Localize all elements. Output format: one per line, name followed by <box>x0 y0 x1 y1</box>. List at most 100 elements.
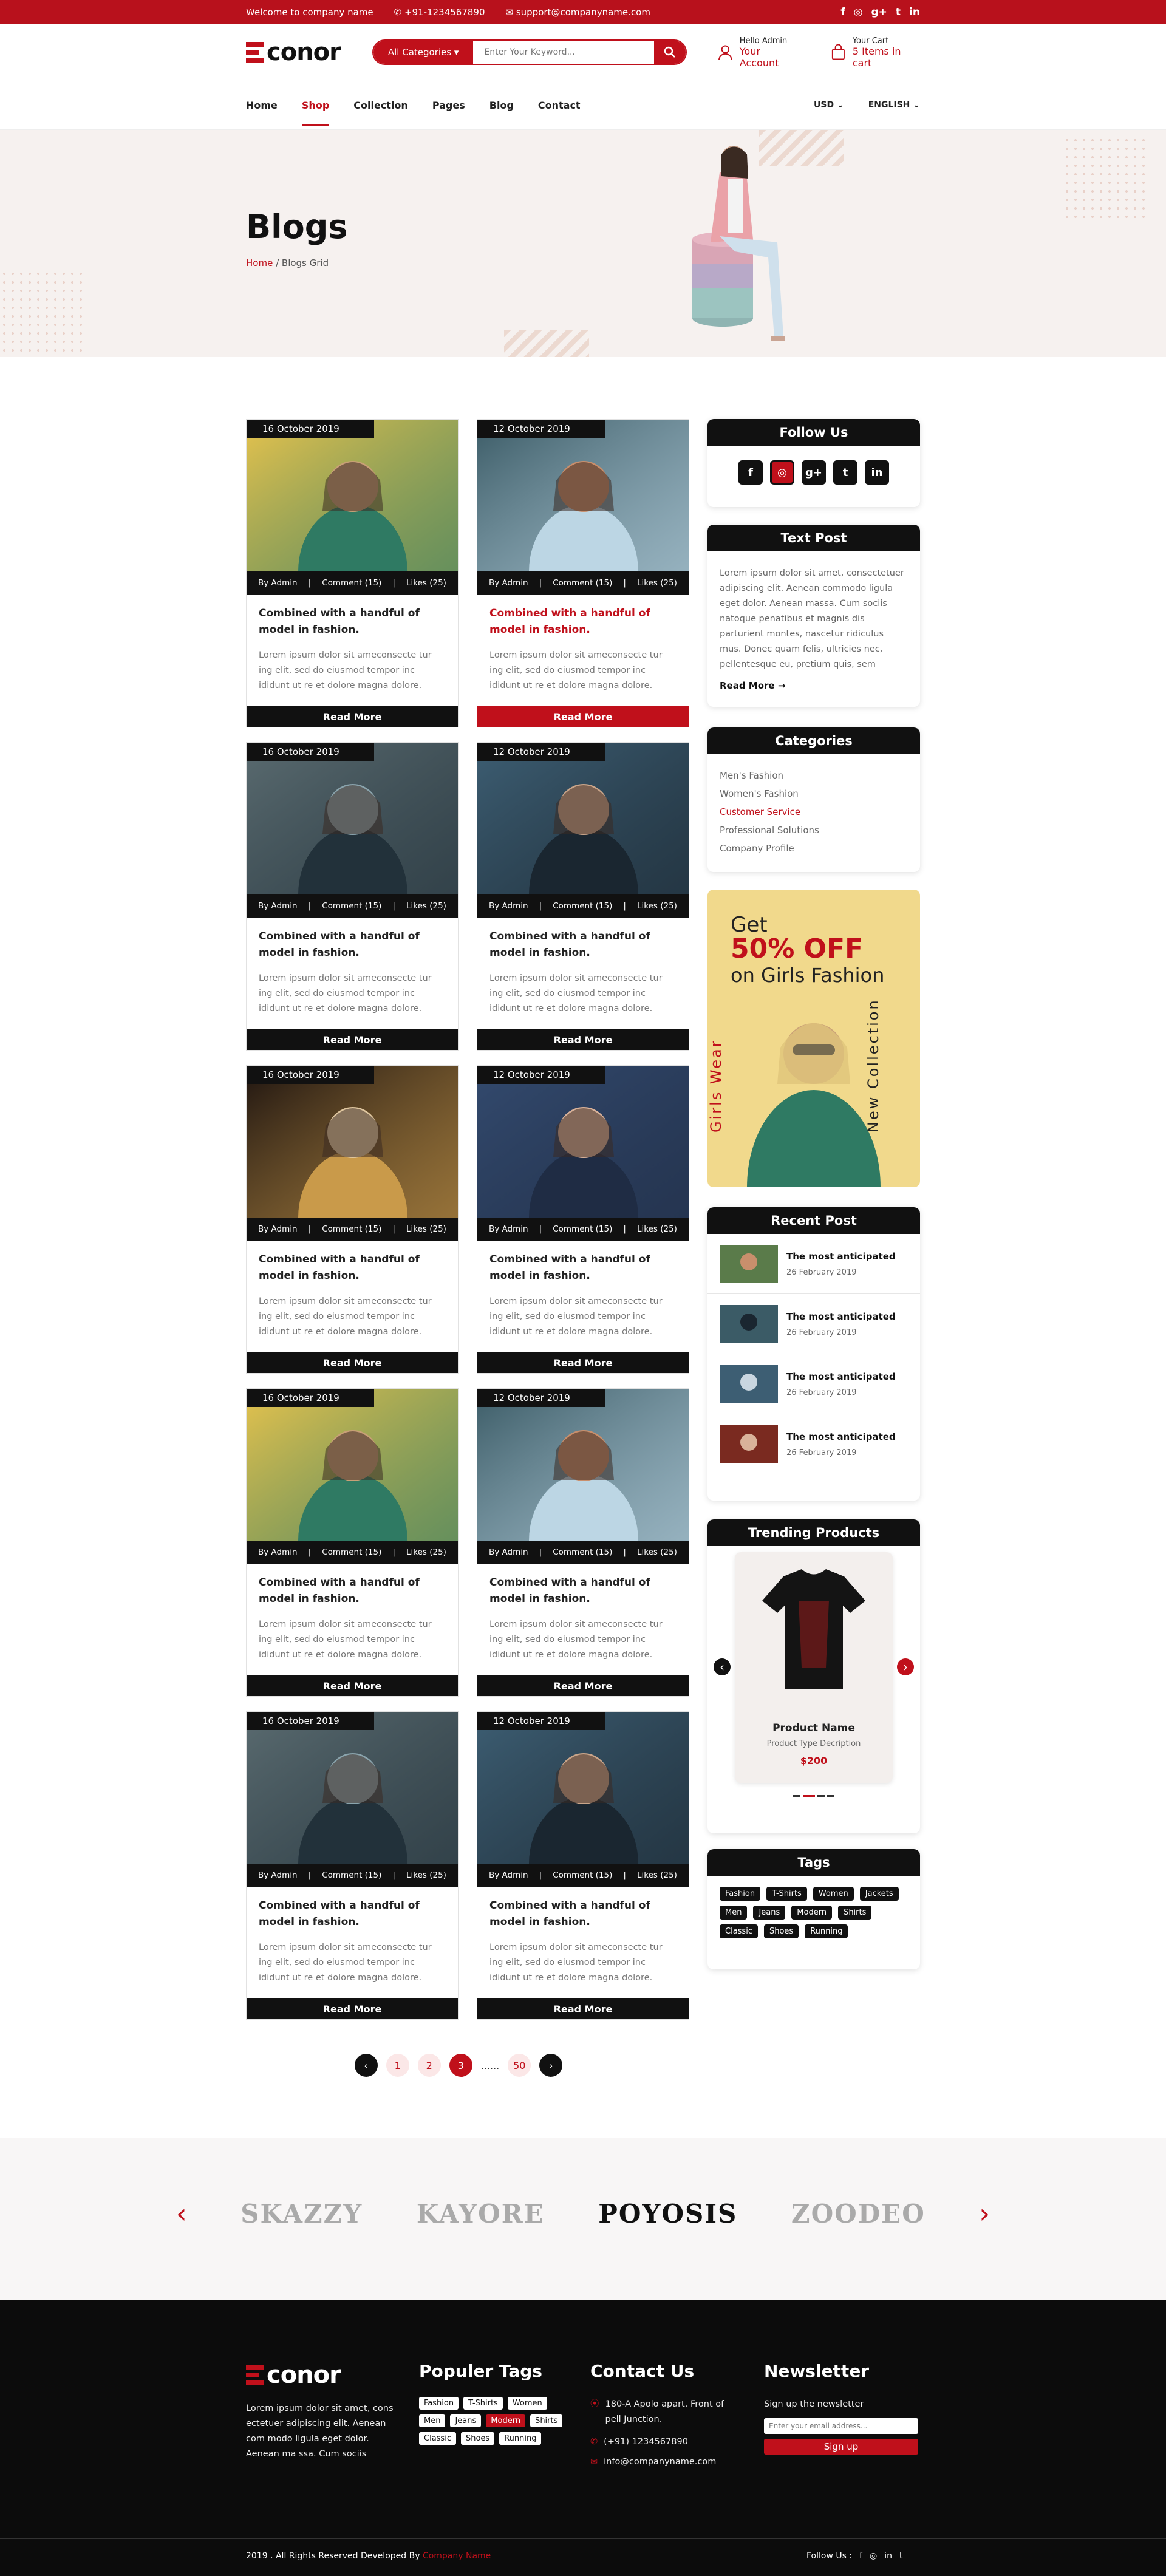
slider-prev-icon[interactable]: ‹ <box>714 1658 731 1675</box>
category-link[interactable]: Men's Fashion <box>720 766 908 785</box>
post-title[interactable]: Combined with a handful of model in fash… <box>477 1241 689 1289</box>
post-title[interactable]: Combined with a handful of model in fash… <box>477 1887 689 1935</box>
post-comments[interactable]: Comment (15) <box>553 901 612 911</box>
post-likes[interactable]: Likes (25) <box>406 578 446 588</box>
post-comments[interactable]: Comment (15) <box>553 1547 612 1557</box>
read-more-button[interactable]: Read More <box>247 1352 458 1373</box>
tag[interactable]: Jeans <box>753 1906 786 1920</box>
google-plus-icon[interactable]: g+ <box>871 6 887 18</box>
instagram-icon[interactable]: ◎ <box>770 460 794 485</box>
post-title[interactable]: Combined with a handful of model in fash… <box>477 918 689 966</box>
nav-blog[interactable]: Blog <box>489 100 514 111</box>
post-author[interactable]: By Admin <box>258 901 298 911</box>
account-link[interactable]: Hello Admin Your Account <box>717 36 800 69</box>
footer-tag[interactable]: Shirts <box>530 2414 563 2427</box>
post-title[interactable]: Combined with a handful of model in fash… <box>247 595 458 643</box>
instagram-icon[interactable]: ◎ <box>854 6 863 18</box>
footer-email[interactable]: info@companyname.com <box>604 2455 716 2470</box>
post-likes[interactable]: Likes (25) <box>406 1547 446 1557</box>
read-more-button[interactable]: Read More <box>477 1352 689 1373</box>
tag[interactable]: T-Shirts <box>766 1887 807 1901</box>
footer-tag[interactable]: Running <box>499 2432 542 2445</box>
google-plus-icon[interactable]: g+ <box>802 460 826 485</box>
next-page-button[interactable]: › <box>539 2054 563 2077</box>
brand-logo[interactable]: KAYORE <box>417 2199 545 2229</box>
nav-pages[interactable]: Pages <box>432 100 465 111</box>
footer-tag[interactable]: Classic <box>419 2432 456 2445</box>
footer-phone[interactable]: (+91) 1234567890 <box>604 2435 688 2450</box>
post-likes[interactable]: Likes (25) <box>637 1547 677 1557</box>
post-likes[interactable]: Likes (25) <box>406 1870 446 1880</box>
category-link[interactable]: Professional Solutions <box>720 821 908 839</box>
topbar-email[interactable]: ✉ support@companyname.com <box>506 7 650 18</box>
footer-tag[interactable]: Jeans <box>450 2414 482 2427</box>
cart-link[interactable]: Your Cart 5 Items in cart <box>830 36 920 69</box>
linkedin-icon[interactable]: in <box>909 6 920 18</box>
tag[interactable]: Women <box>813 1887 854 1901</box>
post-likes[interactable]: Likes (25) <box>637 901 677 911</box>
footer-tag[interactable]: Shoes <box>460 2432 495 2445</box>
footer-tag[interactable]: Fashion <box>419 2397 459 2410</box>
recent-post-title[interactable]: The most anticipated <box>786 1371 896 1382</box>
tag[interactable]: Fashion <box>720 1887 761 1901</box>
page-50[interactable]: 50 <box>508 2054 531 2077</box>
page-3[interactable]: 3 <box>449 2054 472 2077</box>
category-link[interactable]: Company Profile <box>720 839 908 857</box>
instagram-icon[interactable]: ◎ <box>870 2551 877 2561</box>
blog-card-image[interactable]: 16 October 2019 <box>247 743 458 894</box>
post-title[interactable]: Combined with a handful of model in fash… <box>247 1564 458 1612</box>
twitter-icon[interactable]: t <box>896 6 901 18</box>
read-more-button[interactable]: Read More <box>247 1675 458 1696</box>
footer-logo[interactable]: conor <box>246 2361 404 2389</box>
read-more-button[interactable]: Read More <box>477 1998 689 2019</box>
blog-card-image[interactable]: 16 October 2019 <box>247 1712 458 1864</box>
product-name[interactable]: Product Name <box>707 1722 920 1734</box>
recent-post-item[interactable]: The most anticipated 26 February 2019 <box>707 1294 920 1354</box>
tag[interactable]: Shoes <box>763 1924 799 1938</box>
tag[interactable]: Modern <box>791 1906 833 1920</box>
post-likes[interactable]: Likes (25) <box>637 578 677 588</box>
facebook-icon[interactable]: f <box>859 2551 862 2561</box>
newsletter-email-input[interactable] <box>764 2418 918 2434</box>
post-author[interactable]: By Admin <box>489 901 528 911</box>
blog-card-image[interactable]: 16 October 2019 <box>247 1389 458 1541</box>
post-title[interactable]: Combined with a handful of model in fash… <box>477 1564 689 1612</box>
post-author[interactable]: By Admin <box>258 1870 298 1880</box>
nav-home[interactable]: Home <box>246 100 278 111</box>
read-more-button[interactable]: Read More <box>477 706 689 727</box>
recent-post-title[interactable]: The most anticipated <box>786 1251 896 1262</box>
nav-collection[interactable]: Collection <box>353 100 408 111</box>
post-likes[interactable]: Likes (25) <box>406 901 446 911</box>
category-dropdown[interactable]: All Categories ▾ <box>373 41 474 64</box>
footer-tag[interactable]: Modern <box>486 2414 526 2427</box>
footer-tag[interactable]: T-Shirts <box>463 2397 503 2410</box>
read-more-button[interactable]: Read More <box>247 706 458 727</box>
blog-card-image[interactable]: 12 October 2019 <box>477 1066 689 1218</box>
currency-select[interactable]: USD ⌄ <box>814 100 844 110</box>
post-comments[interactable]: Comment (15) <box>322 901 381 911</box>
post-likes[interactable]: Likes (25) <box>637 1224 677 1234</box>
slider-next-icon[interactable]: › <box>897 1658 914 1675</box>
blog-card-image[interactable]: 16 October 2019 <box>247 420 458 571</box>
read-more-button[interactable]: Read More <box>247 1029 458 1050</box>
post-author[interactable]: By Admin <box>489 1870 528 1880</box>
post-title[interactable]: Combined with a handful of model in fash… <box>247 1241 458 1289</box>
read-more-button[interactable]: Read More <box>477 1675 689 1696</box>
product-card[interactable] <box>735 1552 893 1783</box>
search-button[interactable] <box>654 41 686 64</box>
post-comments[interactable]: Comment (15) <box>322 578 381 588</box>
post-comments[interactable]: Comment (15) <box>322 1224 381 1234</box>
tag[interactable]: Jackets <box>859 1887 899 1901</box>
slider-dot[interactable] <box>793 1795 800 1797</box>
slider-dot[interactable] <box>803 1795 815 1797</box>
footer-tag[interactable]: Women <box>507 2397 547 2410</box>
topbar-phone[interactable]: ✆ +91-1234567890 <box>394 7 485 18</box>
tag[interactable]: Classic <box>720 1924 758 1938</box>
facebook-icon[interactable]: f <box>738 460 763 485</box>
page-1[interactable]: 1 <box>386 2054 409 2077</box>
post-author[interactable]: By Admin <box>489 1224 528 1234</box>
post-likes[interactable]: Likes (25) <box>406 1224 446 1234</box>
post-comments[interactable]: Comment (15) <box>322 1870 381 1880</box>
search-input[interactable] <box>473 41 654 64</box>
text-post-read-more[interactable]: Read More → <box>720 678 908 693</box>
